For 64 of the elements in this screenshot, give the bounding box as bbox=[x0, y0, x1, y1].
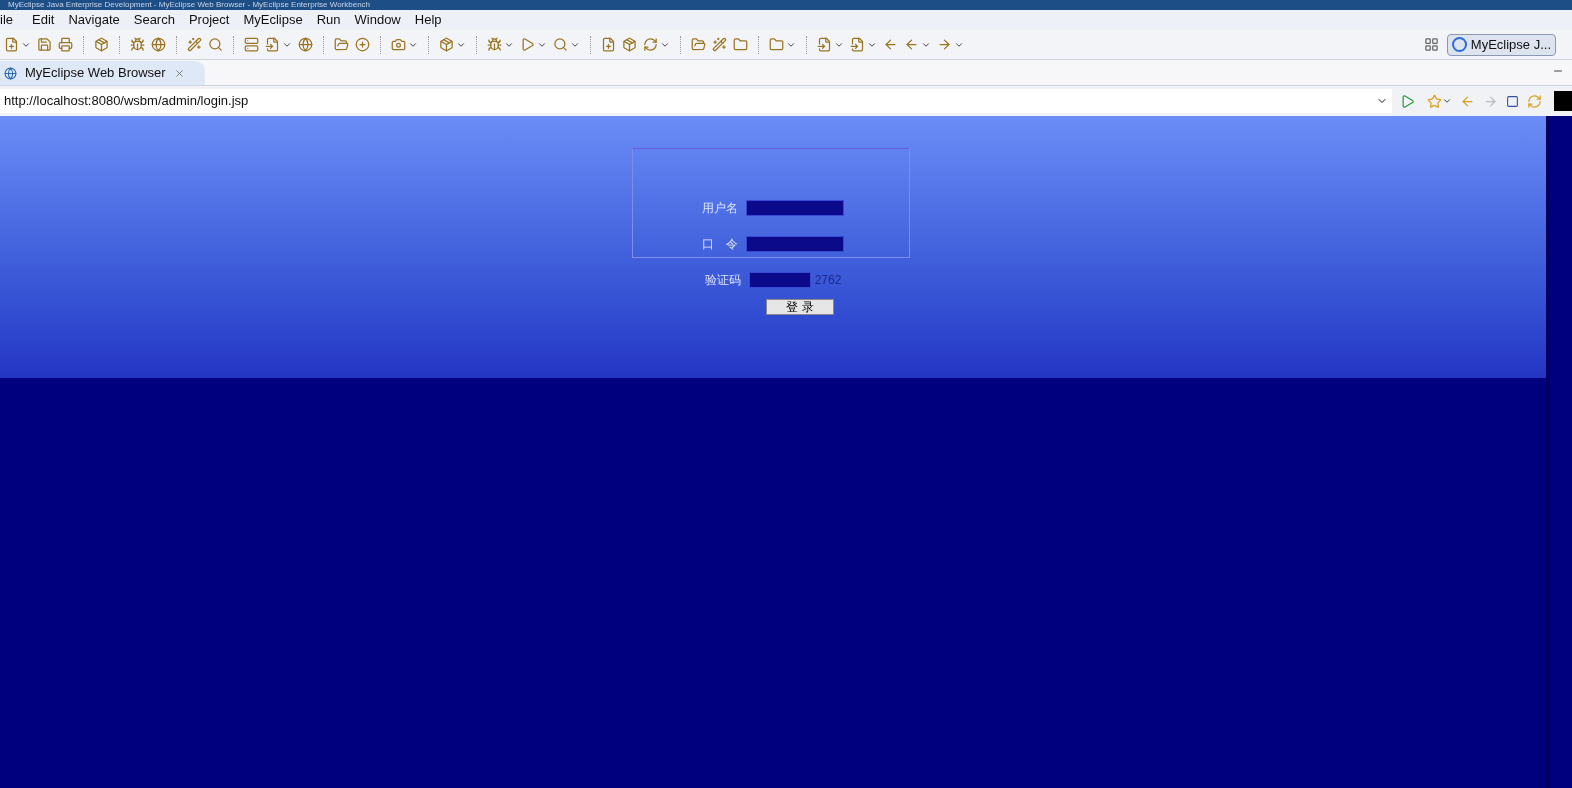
toolbar-icon[interactable] bbox=[37, 37, 52, 52]
toolbar-icon[interactable] bbox=[817, 37, 832, 52]
toolbar-icon[interactable] bbox=[904, 37, 919, 52]
menu-item[interactable]: Edit bbox=[25, 10, 62, 30]
toolbar-icon[interactable] bbox=[130, 37, 145, 52]
toolbar-icon[interactable] bbox=[391, 37, 406, 52]
perspective-icon bbox=[1451, 37, 1467, 52]
globe-icon bbox=[4, 66, 17, 80]
captcha-field[interactable] bbox=[748, 272, 811, 288]
toolbar-icon[interactable] bbox=[520, 37, 535, 52]
toolbar-icon[interactable] bbox=[733, 37, 748, 52]
close-icon[interactable] bbox=[173, 67, 185, 79]
toolbar-icon[interactable] bbox=[208, 37, 223, 52]
toolbar-icon[interactable] bbox=[712, 37, 727, 52]
toolbar-icon[interactable] bbox=[265, 37, 280, 52]
toolbar-icon[interactable] bbox=[58, 37, 73, 52]
tab-label: MyEclipse Web Browser bbox=[25, 64, 166, 83]
menu-item[interactable]: MyEclipse bbox=[236, 10, 310, 30]
toolbar-icon[interactable] bbox=[439, 37, 454, 52]
toolbar-icon[interactable] bbox=[643, 37, 658, 52]
toolbar-icon[interactable] bbox=[244, 37, 259, 52]
toolbar-icon[interactable] bbox=[487, 37, 502, 52]
field-label: 口 令 bbox=[701, 236, 738, 253]
toolbar-icon[interactable] bbox=[769, 37, 784, 52]
window-title: MyEclipse Java Enterprise Development - MyEclipse Web Browser - MyEclipse Enterprise Workbench bbox=[8, 1, 371, 9]
menu-item[interactable]: ile bbox=[0, 10, 25, 30]
star-icon[interactable] bbox=[1427, 93, 1442, 109]
stop-icon[interactable] bbox=[1506, 94, 1519, 108]
field-label: 用户名 bbox=[701, 200, 738, 217]
menu-item[interactable]: Project bbox=[181, 10, 237, 30]
toolbar-icon[interactable] bbox=[355, 37, 370, 52]
toolbar-icon[interactable] bbox=[334, 37, 349, 52]
menu-item[interactable]: Navigate bbox=[61, 10, 127, 30]
toolbar-icon[interactable] bbox=[691, 37, 706, 52]
editor-tab[interactable]: MyEclipse Web Browser bbox=[0, 61, 205, 85]
username-field[interactable] bbox=[746, 200, 844, 216]
menu-item[interactable]: Help bbox=[407, 10, 449, 30]
toolbar-swatch bbox=[1554, 91, 1572, 111]
go-icon[interactable] bbox=[1400, 93, 1415, 109]
toolbar-icon[interactable] bbox=[553, 37, 568, 52]
captcha-code: 2762 bbox=[814, 272, 842, 289]
toolbar-icon[interactable] bbox=[937, 37, 952, 52]
field-label: 验证码 bbox=[703, 272, 741, 289]
perspective-button[interactable]: MyEclipse J... bbox=[1446, 33, 1556, 56]
open-perspective-icon[interactable] bbox=[1423, 37, 1439, 52]
toolbar-icon[interactable] bbox=[298, 37, 313, 52]
address-field[interactable]: http://localhost:8080/wsbm/admin/login.jsp bbox=[0, 89, 1392, 113]
login-button[interactable]: 登 录 bbox=[766, 299, 834, 315]
toolbar-icon[interactable] bbox=[4, 37, 19, 52]
menu-item[interactable]: Window bbox=[347, 10, 408, 30]
refresh-icon[interactable] bbox=[1527, 93, 1542, 109]
toolbar-icon[interactable] bbox=[883, 37, 898, 52]
back-icon[interactable] bbox=[1460, 93, 1475, 109]
address-text: http://localhost:8080/wsbm/admin/login.jsp bbox=[4, 92, 250, 111]
toolbar-icon[interactable] bbox=[151, 37, 166, 52]
menu-item[interactable]: Run bbox=[309, 10, 348, 30]
toolbar-icon[interactable] bbox=[622, 37, 637, 52]
toolbar-icon[interactable] bbox=[187, 37, 202, 52]
toolbar-icon[interactable] bbox=[850, 37, 865, 52]
password-field[interactable] bbox=[746, 236, 844, 252]
toolbar-icon[interactable] bbox=[601, 37, 616, 52]
dropdown-icon[interactable] bbox=[1442, 96, 1452, 106]
toolbar-icon[interactable] bbox=[94, 37, 109, 52]
menu-item[interactable]: Search bbox=[126, 10, 182, 30]
